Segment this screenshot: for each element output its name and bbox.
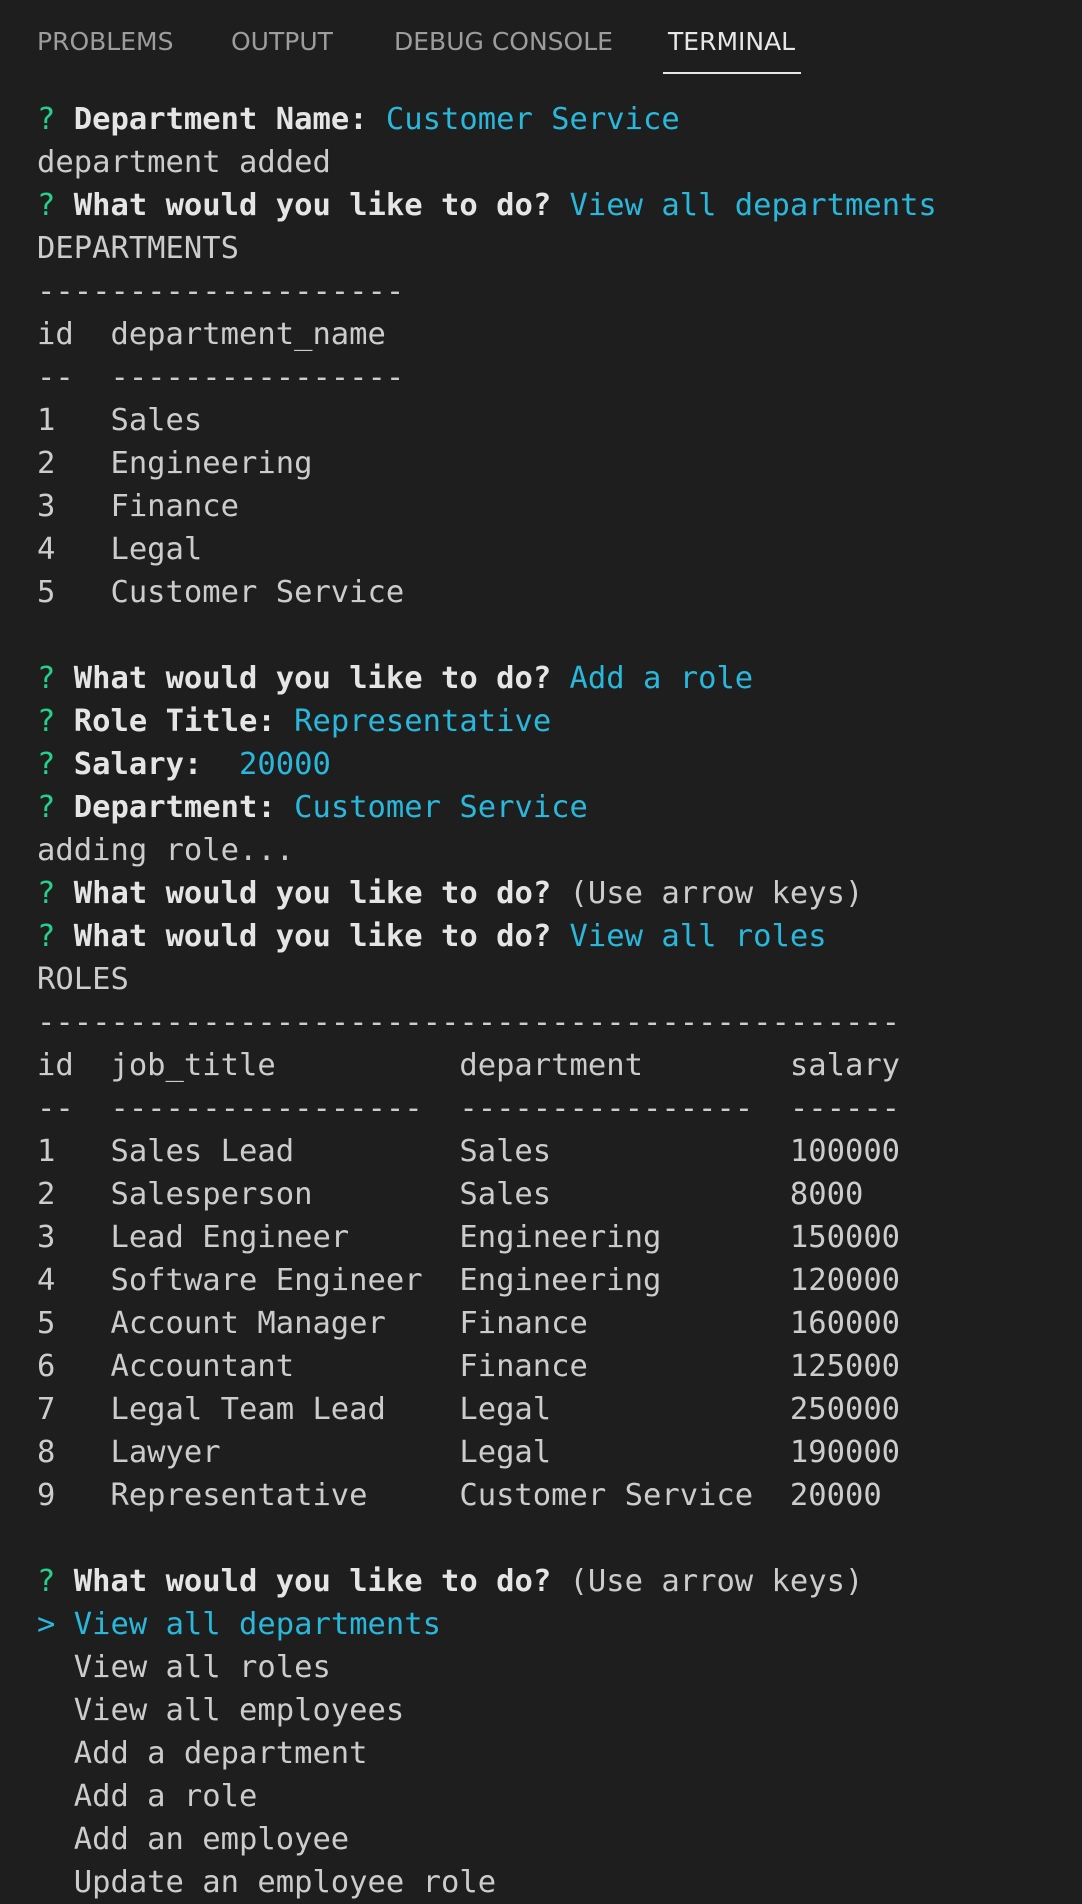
menu-option-label: Update an employee role [73,1865,497,1900]
panel-tab-bar: PROBLEMS OUTPUT DEBUG CONSOLE TERMINAL [0,0,1082,74]
menu-option-label: Add a department [73,1736,368,1771]
prompt-mark: ? [37,747,56,782]
table-row: 6 Accountant Finance 125000 [37,1349,901,1384]
tab-output[interactable]: OUTPUT [231,26,333,58]
terminal-line: ? Department: Customer Service [37,786,937,829]
prompt-question: Department: [73,790,295,825]
terminal-line: ? What would you like to do? (Use arrow … [37,872,937,915]
prompt-question: What would you like to do? [73,876,570,911]
terminal-line: ? What would you like to do? View all de… [37,184,937,227]
prompt-question: What would you like to do? [73,1564,570,1599]
prompt-question: What would you like to do? [73,661,570,696]
prompt-answer: Add a role [569,661,754,696]
terminal-line: ? Department Name: Customer Service [37,98,937,141]
terminal-line: ? What would you like to do? View all ro… [37,915,937,958]
prompt-mark: ? [37,790,56,825]
table-rule: ----------------------------------------… [37,1005,901,1040]
prompt-hint: (Use arrow keys) [569,1564,864,1599]
menu-option[interactable]: Add a department [37,1732,937,1775]
menu-option[interactable]: View all roles [37,1646,937,1689]
active-tab-indicator [663,72,801,74]
table-row: 5 Account Manager Finance 160000 [37,1306,901,1341]
prompt-answer: Customer Service [385,102,680,137]
table-row: 3 Finance [37,489,239,524]
terminal-line: department added [37,145,331,180]
prompt-mark: ? [37,102,56,137]
table-row: 7 Legal Team Lead Legal 250000 [37,1392,901,1427]
prompt-question: Role Title: [73,704,295,739]
table-header-rule: -- ----------------- ---------------- --… [37,1091,901,1126]
menu-option-label: Add a role [73,1779,258,1814]
menu-option-selected[interactable]: > View all departments [37,1603,937,1646]
menu-option[interactable]: Add a role [37,1775,937,1818]
prompt-question: What would you like to do? [73,188,570,223]
table-row: 9 Representative Customer Service 20000 [37,1478,882,1513]
prompt-question: Salary: [73,747,221,782]
terminal-line: ? Role Title: Representative [37,700,937,743]
table-row: 4 Software Engineer Engineering 120000 [37,1263,901,1298]
prompt-hint: (Use arrow keys) [569,876,864,911]
menu-option[interactable]: Update an employee role [37,1861,937,1904]
tab-problems[interactable]: PROBLEMS [37,26,173,58]
table-header-rule: -- ---------------- [37,360,405,395]
table-row: 1 Sales Lead Sales 100000 [37,1134,901,1169]
tab-debug-console[interactable]: DEBUG CONSOLE [394,26,613,58]
prompt-answer: View all roles [569,919,827,954]
prompt-mark: ? [37,876,56,911]
table-header: id department_name [37,317,386,352]
terminal-line: ? Salary: 20000 [37,743,937,786]
prompt-answer: 20000 [220,747,331,782]
prompt-mark: ? [37,704,56,739]
menu-option-label: View all employees [73,1693,405,1728]
prompt-question: Department Name: [73,102,386,137]
table-rule: -------------------- [37,274,405,309]
table-header: id job_title department salary [37,1048,901,1083]
table-row: 5 Customer Service [37,575,405,610]
table-row: 2 Engineering [37,446,313,481]
prompt-mark: ? [37,919,56,954]
table-title: DEPARTMENTS [37,231,239,266]
prompt-answer: Customer Service [294,790,588,825]
table-row: 3 Lead Engineer Engineering 150000 [37,1220,901,1255]
menu-option-label: Add an employee [73,1822,350,1857]
menu-option-label: View all roles [73,1650,331,1685]
prompt-mark: ? [37,661,56,696]
table-title: ROLES [37,962,129,997]
table-row: 2 Salesperson Sales 8000 [37,1177,864,1212]
terminal-line: adding role... [37,833,295,868]
menu-option[interactable]: View all employees [37,1689,937,1732]
prompt-mark: ? [37,188,56,223]
terminal-line: ? What would you like to do? (Use arrow … [37,1560,937,1603]
table-row: 1 Sales [37,403,203,438]
table-row: 4 Legal [37,532,203,567]
table-row: 8 Lawyer Legal 190000 [37,1435,901,1470]
prompt-answer: Representative [294,704,552,739]
prompt-answer: View all departments [569,188,937,223]
terminal-output[interactable]: ? Department Name: Customer Service depa… [37,98,937,1904]
tab-terminal[interactable]: TERMINAL [668,26,795,58]
prompt-mark: ? [37,1564,56,1599]
menu-pointer-icon: > [37,1607,56,1642]
prompt-question: What would you like to do? [73,919,570,954]
menu-option-label: View all departments [73,1607,442,1642]
terminal-line: ? What would you like to do? Add a role [37,657,937,700]
menu-option[interactable]: Add an employee [37,1818,937,1861]
